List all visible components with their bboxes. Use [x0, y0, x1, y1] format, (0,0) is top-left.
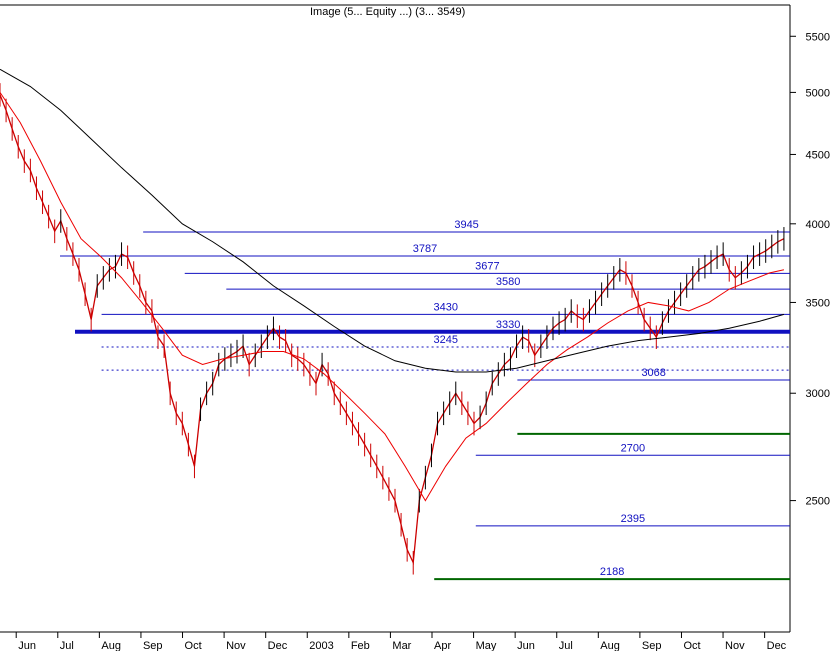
x-tick-label: Dec [767, 640, 787, 651]
y-tick-label: 5000 [806, 87, 830, 99]
x-tick-label: Sep [143, 640, 163, 651]
level-label: 3245 [434, 334, 458, 346]
level-label: 3580 [496, 276, 520, 288]
plot-background [0, 0, 835, 651]
level-label: 3945 [454, 219, 478, 231]
level-label: 3677 [475, 260, 499, 272]
y-tick-label: 3000 [806, 388, 830, 400]
level-label: 3068 [641, 367, 665, 379]
x-tick-label: Jul [559, 640, 573, 651]
x-tick-label: Aug [101, 640, 121, 651]
x-tick-label: Dec [268, 640, 288, 651]
level-label: 3430 [434, 301, 458, 313]
x-tick-label: 2003 [309, 640, 333, 651]
x-tick-label: Jul [60, 640, 74, 651]
y-tick-label: 4000 [806, 219, 830, 231]
y-tick-label: 4500 [806, 149, 830, 161]
level-label: 3330 [496, 319, 520, 331]
x-tick-label: Aug [600, 640, 620, 651]
x-tick-label: Oct [185, 640, 202, 651]
y-tick-label: 2500 [806, 496, 830, 508]
level-label: 2700 [621, 442, 645, 454]
x-tick-label: Nov [725, 640, 745, 651]
stock-chart: Image (5... Equity ...) (3... 3549) 3945… [0, 0, 835, 651]
x-tick-label: Mar [392, 640, 411, 651]
level-label: 3787 [413, 243, 437, 255]
x-tick-label: Jun [18, 640, 36, 651]
y-tick-label: 3500 [806, 297, 830, 309]
x-tick-label: Nov [226, 640, 246, 651]
x-tick-label: Oct [683, 640, 700, 651]
x-tick-label: May [476, 640, 497, 651]
x-tick-label: Apr [434, 640, 451, 651]
x-tick-label: Feb [351, 640, 370, 651]
x-tick-label: Jun [517, 640, 535, 651]
level-label: 2395 [621, 513, 645, 525]
level-label: 2188 [600, 566, 624, 578]
x-tick-label: Sep [642, 640, 662, 651]
chart-header: Image (5... Equity ...) (3... 3549) [310, 6, 465, 18]
y-tick-label: 5500 [806, 31, 830, 43]
